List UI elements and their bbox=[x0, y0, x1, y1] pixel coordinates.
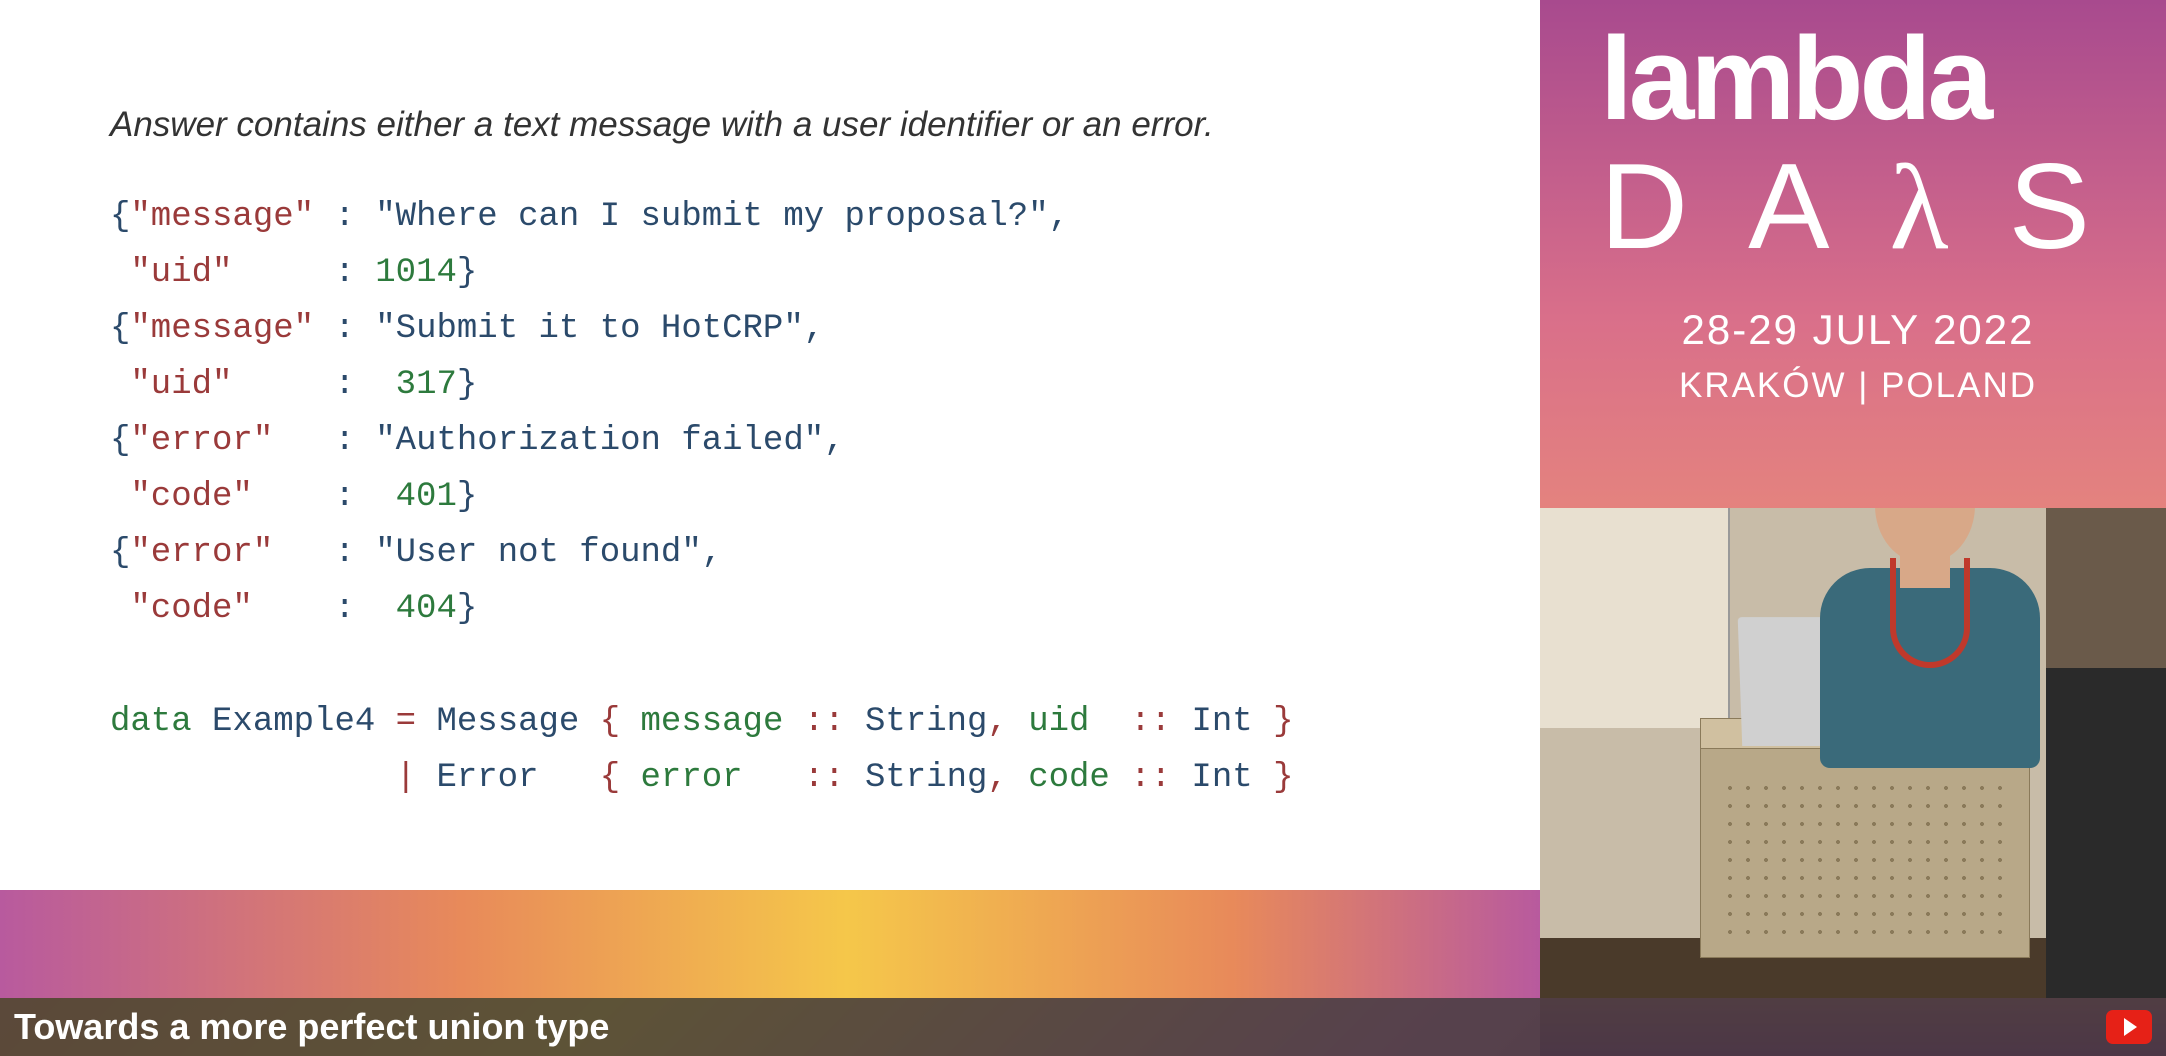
logo-char-a: A bbox=[1748, 142, 1859, 270]
haskell-keyword-data: data bbox=[110, 703, 192, 741]
logo-text-lambda: lambda bbox=[1600, 20, 2116, 138]
logo-char-lambda: λ bbox=[1889, 144, 1978, 272]
json-ex4-error: User not found bbox=[396, 534, 682, 572]
json-ex4-code: 404 bbox=[396, 590, 457, 628]
event-location-text: KRAKÓW | POLAND bbox=[1600, 366, 2116, 406]
youtube-icon[interactable] bbox=[2106, 1010, 2152, 1044]
logo-char-d: D bbox=[1600, 142, 1718, 270]
video-title-bar: Towards a more perfect union type bbox=[0, 998, 2166, 1056]
slide-description-text: Answer contains either a text message wi… bbox=[110, 100, 1430, 151]
gradient-decoration bbox=[0, 890, 1540, 998]
json-code-examples: {"message" : "Where can I submit my prop… bbox=[110, 189, 1430, 806]
event-date-text: 28-29 JULY 2022 bbox=[1600, 306, 2116, 354]
speaker-figure bbox=[1800, 508, 2040, 768]
json-ex2-uid: 317 bbox=[396, 366, 457, 404]
json-ex3-code: 401 bbox=[396, 478, 457, 516]
logo-char-s: S bbox=[2009, 142, 2120, 270]
logo-text-days: DAλS bbox=[1600, 142, 2116, 272]
json-ex1-message: Where can I submit my proposal? bbox=[396, 198, 1029, 236]
speaker-camera-feed bbox=[1540, 508, 2166, 998]
event-logo: lambda DAλS 28-29 JULY 2022 KRAKÓW | POL… bbox=[1540, 0, 2166, 436]
json-ex3-error: Authorization failed bbox=[396, 422, 804, 460]
event-sidebar: lambda DAλS 28-29 JULY 2022 KRAKÓW | POL… bbox=[1540, 0, 2166, 1056]
presentation-slide: Answer contains either a text message wi… bbox=[0, 0, 1540, 890]
json-ex2-message: Submit it to HotCRP bbox=[396, 310, 784, 348]
json-ex1-uid: 1014 bbox=[375, 254, 457, 292]
talk-title-text: Towards a more perfect union type bbox=[14, 1006, 609, 1048]
